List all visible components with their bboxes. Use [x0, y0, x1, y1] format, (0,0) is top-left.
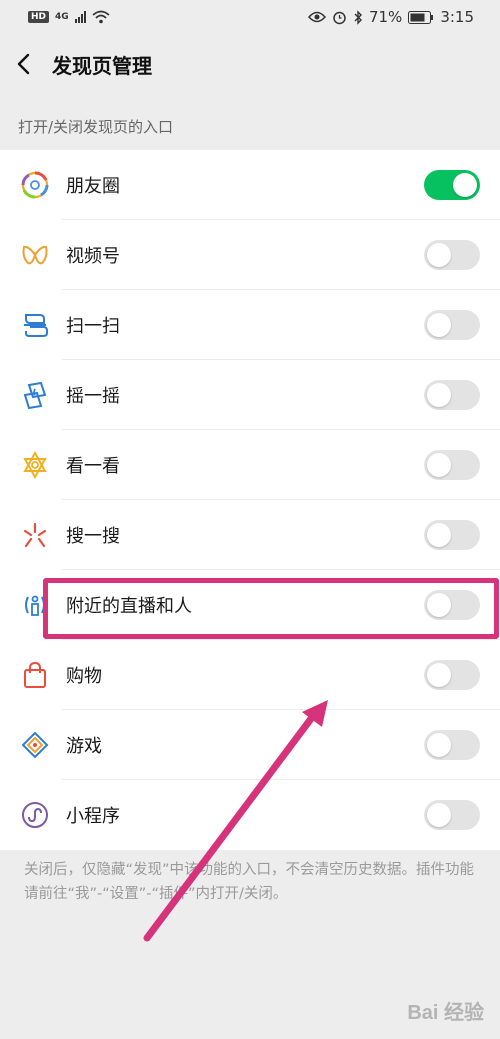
toggle-knob	[427, 663, 451, 687]
nearby-icon	[20, 590, 50, 620]
row-label: 朋友圈	[66, 176, 120, 197]
shopping-bag-icon	[20, 660, 50, 690]
hd-indicator: HD	[28, 11, 50, 23]
row-label: 看一看	[66, 456, 120, 477]
row-scan[interactable]: 扫一扫	[0, 290, 500, 360]
channels-icon	[20, 240, 50, 270]
battery-percent: 71%	[368, 8, 403, 26]
toggle-knob	[427, 313, 451, 337]
network-type: 4G	[55, 12, 69, 22]
row-search[interactable]: 搜一搜	[0, 500, 500, 570]
row-nearby[interactable]: 附近的直播和人	[0, 570, 500, 640]
entry-list: 朋友圈 视频号 扫一扫 摇一摇 看一看 搜一搜 附近的直播和人 购物 游戏 小程…	[0, 150, 500, 850]
row-shopping[interactable]: 购物	[0, 640, 500, 710]
battery-icon	[408, 10, 434, 24]
toggle-knob	[427, 803, 451, 827]
games-icon	[20, 730, 50, 760]
status-right: 71% 3:15	[307, 8, 474, 26]
row-games[interactable]: 游戏	[0, 710, 500, 780]
row-label: 小程序	[66, 806, 120, 827]
status-left: HD 4G	[28, 10, 110, 24]
toggle-knob	[427, 243, 451, 267]
top-stories-icon	[20, 450, 50, 480]
watermark-logo: Bai 经验	[407, 1002, 484, 1024]
row-label: 摇一摇	[66, 386, 120, 407]
row-top-stories[interactable]: 看一看	[0, 430, 500, 500]
toggle-switch[interactable]	[424, 520, 480, 550]
section-label: 打开/关闭发现页的入口	[18, 118, 174, 136]
toggle-switch[interactable]	[424, 380, 480, 410]
page-title: 发现页管理	[52, 53, 152, 78]
bluetooth-icon	[354, 9, 362, 25]
row-label: 扫一扫	[66, 316, 120, 337]
mini-programs-icon	[20, 800, 50, 830]
toggle-knob	[427, 453, 451, 477]
nav-header: 发现页管理	[0, 34, 500, 94]
wifi-icon	[92, 10, 110, 24]
toggle-knob	[453, 173, 477, 197]
toggle-switch[interactable]	[424, 310, 480, 340]
toggle-knob	[427, 593, 451, 617]
signal-icon	[74, 11, 86, 23]
toggle-switch[interactable]	[424, 450, 480, 480]
row-label: 视频号	[66, 246, 120, 267]
row-label: 附近的直播和人	[66, 596, 192, 617]
toggle-switch[interactable]	[424, 660, 480, 690]
status-bar: HD 4G 71% 3:15	[0, 0, 500, 34]
search-icon	[20, 520, 50, 550]
toggle-switch[interactable]	[424, 800, 480, 830]
row-mini-programs[interactable]: 小程序	[0, 780, 500, 850]
alarm-icon	[333, 11, 346, 24]
eye-icon	[307, 11, 326, 23]
toggle-switch[interactable]	[424, 730, 480, 760]
back-button[interactable]	[16, 44, 46, 84]
toggle-knob	[427, 383, 451, 407]
row-channels[interactable]: 视频号	[0, 220, 500, 290]
toggle-knob	[427, 733, 451, 757]
clock: 3:15	[440, 8, 474, 26]
row-label: 搜一搜	[66, 526, 120, 547]
shake-icon	[20, 380, 50, 410]
toggle-switch[interactable]	[424, 590, 480, 620]
toggle-switch[interactable]	[424, 170, 480, 200]
chevron-left-icon	[17, 53, 30, 75]
row-label: 购物	[66, 666, 102, 687]
row-moments[interactable]: 朋友圈	[0, 150, 500, 220]
moments-icon	[20, 170, 50, 200]
row-shake[interactable]: 摇一摇	[0, 360, 500, 430]
footer-note: 关闭后，仅隐藏“发现”中该功能的入口，不会清空历史数据。插件功能请前往“我”-“…	[24, 862, 475, 902]
toggle-knob	[427, 523, 451, 547]
row-label: 游戏	[66, 736, 102, 757]
scan-icon	[20, 310, 50, 340]
toggle-switch[interactable]	[424, 240, 480, 270]
